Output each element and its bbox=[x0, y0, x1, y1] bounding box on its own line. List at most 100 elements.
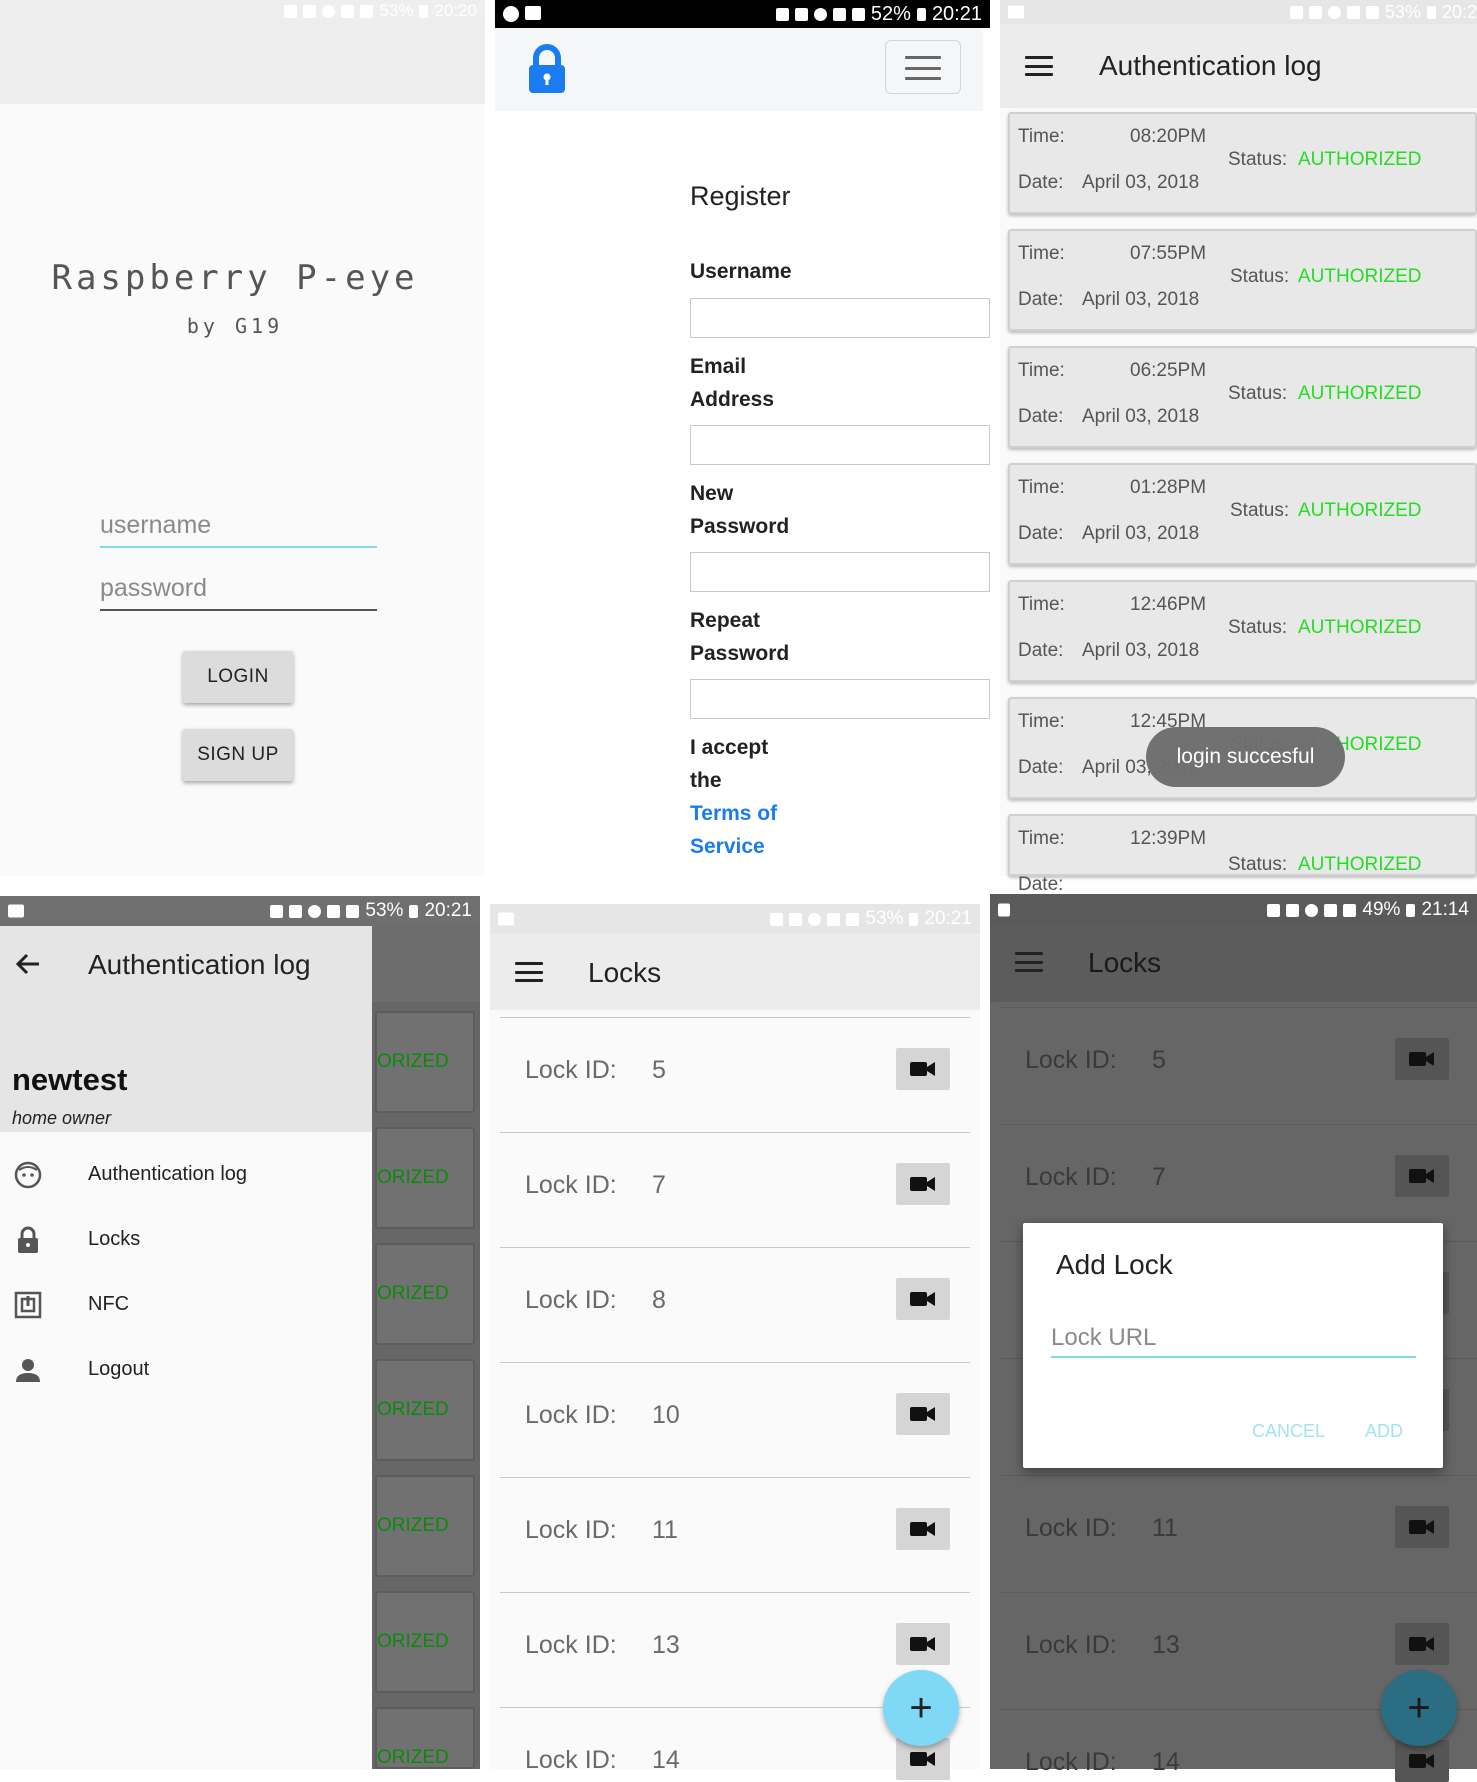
alarm-icon bbox=[1305, 903, 1319, 917]
status-label: Status: bbox=[1228, 149, 1288, 170]
view-camera-button[interactable] bbox=[1395, 1155, 1449, 1197]
battery-saver-icon bbox=[770, 912, 784, 926]
battery-level: 53% bbox=[1384, 1, 1421, 22]
lock-list-item[interactable]: Lock ID: 11 bbox=[1000, 1475, 1477, 1590]
dimmed-log-entry: ORIZED bbox=[375, 1243, 475, 1345]
lock-list-item[interactable]: Lock ID: 8 bbox=[500, 1247, 970, 1362]
lock-url-input[interactable]: Lock URL bbox=[1051, 1324, 1416, 1358]
lock-icon[interactable] bbox=[527, 44, 567, 94]
view-camera-button[interactable] bbox=[1395, 1038, 1449, 1080]
app-bar: Locks bbox=[490, 934, 980, 1010]
battery-icon bbox=[916, 7, 926, 21]
battery-saver-icon bbox=[1267, 903, 1281, 917]
date-value: April 03, 2018 bbox=[1082, 289, 1200, 310]
lock-id-label: Lock ID: bbox=[1025, 1631, 1117, 1659]
lock-list-item[interactable]: Lock ID: 7 bbox=[1000, 1124, 1477, 1239]
username-field[interactable] bbox=[690, 298, 990, 338]
drawer-item-locks[interactable]: Locks bbox=[0, 1214, 372, 1264]
face-icon bbox=[14, 1161, 42, 1189]
drawer-item-nfc[interactable]: NFC bbox=[0, 1279, 372, 1329]
lock-list-item[interactable]: Lock ID: 7 bbox=[500, 1132, 970, 1247]
view-camera-button[interactable] bbox=[1395, 1740, 1449, 1782]
password-input[interactable]: password bbox=[100, 574, 377, 611]
cancel-button[interactable]: CANCEL bbox=[1252, 1421, 1325, 1442]
drawer-top-bar: Authentication log bbox=[0, 926, 372, 1004]
signup-button[interactable]: SIGN UP bbox=[183, 729, 293, 781]
view-camera-button[interactable] bbox=[896, 1163, 950, 1205]
toast-message: login succesful bbox=[1146, 727, 1345, 787]
login-button[interactable]: LOGIN bbox=[183, 651, 293, 703]
battery-level: 53% bbox=[865, 908, 904, 929]
add-button[interactable]: ADD bbox=[1365, 1421, 1403, 1442]
navbar-toggle-button[interactable] bbox=[885, 40, 961, 94]
repeat-password-field[interactable] bbox=[690, 679, 990, 719]
login-screen: 53% 20:20 Raspberry P-eye by G19 usernam… bbox=[0, 0, 485, 876]
lock-id-value: 13 bbox=[652, 1631, 680, 1659]
view-camera-button[interactable] bbox=[1395, 1506, 1449, 1548]
time-value: 07:55PM bbox=[1130, 243, 1207, 264]
add-lock-fab[interactable]: + bbox=[883, 1670, 959, 1746]
drawer-header: newtest home owner bbox=[0, 1004, 372, 1132]
user-role: home owner bbox=[12, 1108, 112, 1128]
status-label: Status: bbox=[1230, 500, 1290, 521]
status-value: ORIZED bbox=[377, 1283, 449, 1304]
back-arrow-icon[interactable] bbox=[15, 952, 41, 976]
clock: 20:20 bbox=[434, 1, 477, 20]
dimmed-log-entry: ORIZED bbox=[375, 1359, 475, 1461]
video-camera-icon bbox=[1409, 1169, 1434, 1183]
battery-icon bbox=[1406, 903, 1416, 917]
battery-icon bbox=[909, 912, 919, 926]
terms-link-line2[interactable]: Service bbox=[690, 830, 765, 863]
lock-id-label: Lock ID: bbox=[1025, 1046, 1117, 1074]
menu-icon[interactable] bbox=[1025, 56, 1053, 76]
drawer-item-label: Logout bbox=[88, 1358, 150, 1380]
mute-icon bbox=[794, 7, 808, 21]
menu-icon[interactable] bbox=[515, 962, 543, 982]
new-password-field[interactable] bbox=[690, 552, 990, 592]
terms-link-line1[interactable]: Terms of bbox=[690, 797, 777, 830]
time-value: 12:46PM bbox=[1130, 594, 1207, 615]
status-bar: 53% 20:21 bbox=[0, 896, 480, 926]
status-label: Status: bbox=[1228, 383, 1288, 404]
gallery-icon bbox=[8, 904, 24, 918]
view-camera-button[interactable] bbox=[1395, 1623, 1449, 1665]
signal-icon bbox=[846, 912, 860, 926]
drawer-item-logout[interactable]: Logout bbox=[0, 1344, 372, 1394]
status-value: AUTHORIZED bbox=[1298, 854, 1422, 875]
lock-list-item[interactable]: Lock ID: 11 bbox=[500, 1477, 970, 1592]
video-camera-icon bbox=[1409, 1637, 1434, 1651]
view-camera-button[interactable] bbox=[896, 1623, 950, 1665]
mute-icon bbox=[1308, 5, 1322, 19]
date-value: April 03, 2018 bbox=[1082, 406, 1200, 427]
email-field[interactable] bbox=[690, 425, 990, 465]
lock-id-label: Lock ID: bbox=[1025, 1748, 1117, 1776]
time-label: Time: bbox=[1018, 594, 1065, 615]
time-label: Time: bbox=[1018, 243, 1065, 264]
status-label: Status: bbox=[1230, 266, 1290, 287]
lock-list-item[interactable]: Lock ID: 5 bbox=[500, 1017, 970, 1132]
lock-list-item[interactable]: Lock ID: 5 bbox=[1000, 1007, 1477, 1122]
wifi-icon bbox=[341, 4, 355, 18]
view-camera-button[interactable] bbox=[896, 1048, 950, 1090]
register-heading: Register bbox=[690, 181, 791, 211]
drawer-item-authentication-log[interactable]: Authentication log bbox=[0, 1149, 372, 1199]
status-label: Status: bbox=[1228, 617, 1288, 638]
dimmed-log-entry: ORIZED bbox=[375, 1591, 475, 1693]
status-value: ORIZED bbox=[377, 1167, 449, 1188]
drawer-item-label: Locks bbox=[88, 1228, 141, 1250]
view-camera-button[interactable] bbox=[896, 1278, 950, 1320]
log-entry-card: Time: 08:20PM Date: April 03, 2018 Status: AU… bbox=[1008, 112, 1477, 214]
lock-id-label: Lock ID: bbox=[1025, 1514, 1117, 1542]
add-lock-fab[interactable]: + bbox=[1381, 1670, 1457, 1746]
battery-level: 52% bbox=[870, 2, 911, 25]
lock-id-value: 11 bbox=[652, 1516, 678, 1544]
menu-icon[interactable] bbox=[1015, 952, 1043, 972]
view-camera-button[interactable] bbox=[896, 1393, 950, 1435]
username-input[interactable]: username bbox=[100, 511, 377, 548]
lock-id-value: 7 bbox=[652, 1171, 666, 1199]
view-camera-button[interactable] bbox=[896, 1508, 950, 1550]
email-label-line2: Address bbox=[690, 388, 775, 411]
clock: 20:21 bbox=[424, 900, 472, 921]
username-label: Username bbox=[690, 260, 792, 283]
lock-list-item[interactable]: Lock ID: 10 bbox=[500, 1362, 970, 1477]
